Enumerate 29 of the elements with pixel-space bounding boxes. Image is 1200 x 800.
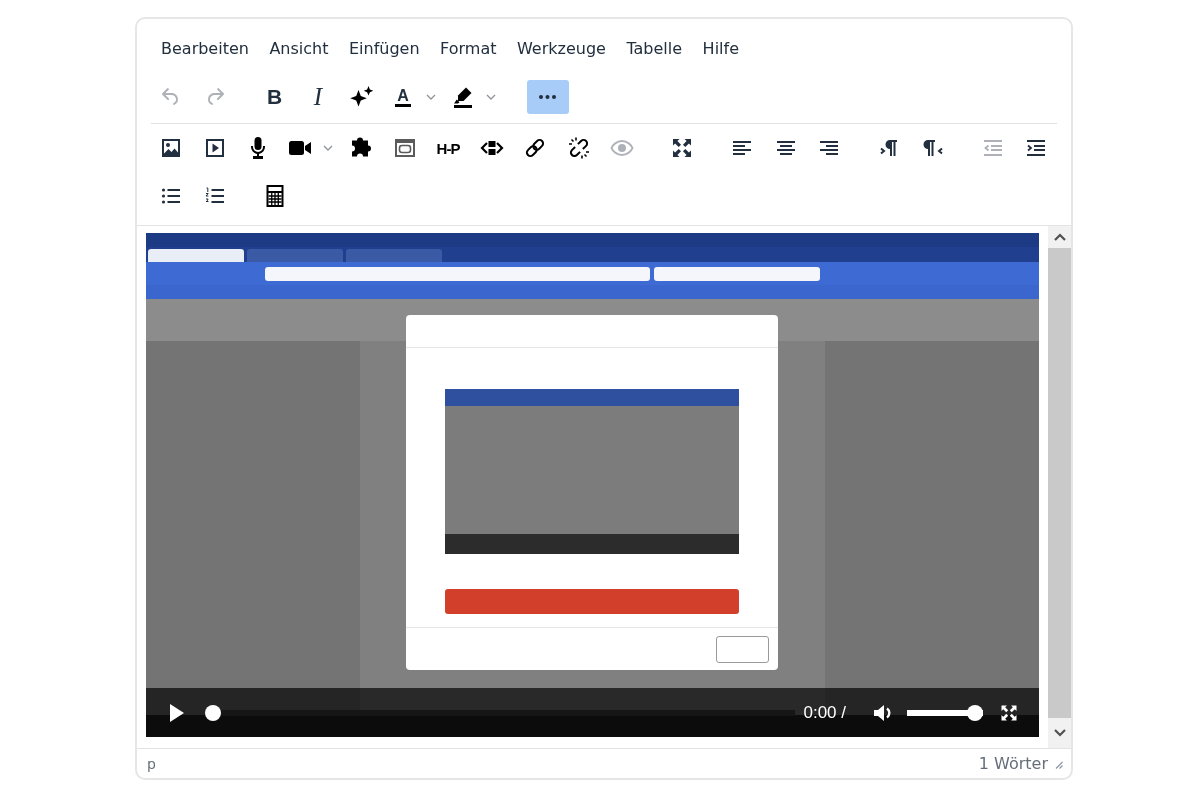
image-icon — [159, 136, 183, 160]
chevron-down-icon — [426, 92, 436, 102]
chevron-down-icon — [485, 92, 496, 102]
italic-button[interactable]: I — [298, 80, 338, 114]
fullscreen-icon — [670, 136, 694, 160]
menu-item[interactable]: Hilfe — [692, 31, 750, 65]
more-button[interactable] — [526, 80, 569, 114]
menu-item[interactable]: Bearbeiten — [151, 31, 260, 65]
puzzle-piece-icon — [349, 136, 373, 160]
menu-item[interactable]: Einfügen — [339, 31, 431, 65]
h-p-button[interactable]: H-P — [428, 131, 468, 165]
chevron-up-icon — [1053, 233, 1066, 241]
play-icon — [169, 702, 185, 723]
menu-item[interactable]: Ansicht — [259, 31, 339, 65]
chevron-down-icon — [322, 143, 333, 153]
menu-item[interactable]: Format — [430, 31, 507, 65]
more-icon — [539, 95, 556, 99]
bold-button[interactable]: B — [254, 80, 295, 114]
window-icon — [392, 136, 417, 160]
element-path[interactable]: p — [147, 755, 156, 772]
chevron-down-icon — [1053, 729, 1066, 737]
word-count[interactable]: 1 Wörter — [978, 754, 1048, 773]
unlink-icon — [566, 136, 591, 160]
font-color-button[interactable]: A — [385, 80, 421, 114]
time-display: 0:00 / — [803, 702, 846, 723]
menu-item[interactable]: Werkzeuge — [507, 31, 617, 65]
link-icon — [523, 136, 547, 160]
sparkle-icon — [349, 85, 374, 109]
menu-item[interactable]: Tabelle — [616, 31, 693, 65]
